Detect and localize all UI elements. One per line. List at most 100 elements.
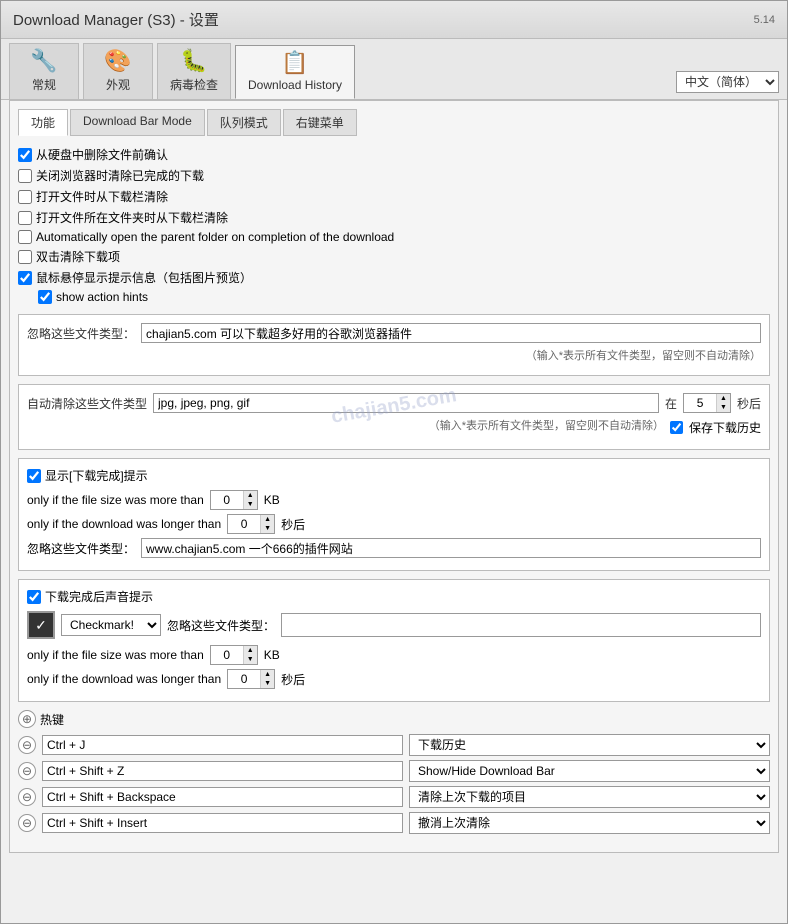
sound-row2-up[interactable]: ▲ bbox=[261, 670, 274, 679]
hotkey-4-select[interactable]: 下载历史 Show/Hide Download Bar 清除上次下载的项目 撤消… bbox=[409, 812, 770, 834]
sub-tab-download-bar-mode[interactable]: Download Bar Mode bbox=[70, 109, 205, 136]
dc-ignore-input[interactable] bbox=[141, 538, 761, 558]
remove-hotkey-4-btn[interactable]: ⊖ bbox=[18, 814, 36, 832]
sound-row1-spin: ▲ ▼ bbox=[210, 645, 258, 665]
checkbox-double-click-clear[interactable] bbox=[18, 250, 32, 264]
dc-ignore-label: 忽略这些文件类型： bbox=[27, 540, 135, 557]
hotkey-3-input[interactable] bbox=[42, 787, 403, 807]
tab-general[interactable]: 🔧 常规 bbox=[9, 43, 79, 99]
add-hotkey-btn[interactable]: ⊕ bbox=[18, 710, 36, 728]
dc-row1-input[interactable] bbox=[211, 491, 243, 509]
checkbox-show-action-hints[interactable] bbox=[38, 290, 52, 304]
language-select[interactable]: 中文（简体） English bbox=[676, 71, 779, 93]
dc-row1-up[interactable]: ▲ bbox=[244, 491, 257, 500]
sub-tab-function[interactable]: 功能 bbox=[18, 109, 68, 136]
checkbox-row-3: 打开文件时从下载栏清除 bbox=[18, 188, 770, 205]
checkbox-hover-preview[interactable] bbox=[18, 271, 32, 285]
sound-row2-input[interactable] bbox=[228, 670, 260, 688]
sound-ignore-input[interactable] bbox=[281, 613, 761, 637]
checkbox-hover-preview-label: 鼠标悬停显示提示信息（包括图片预览） bbox=[36, 269, 252, 286]
auto-clear-field-row: 自动清除这些文件类型 在 ▲ ▼ 秒后 bbox=[27, 393, 761, 413]
hotkey-row-1: ⊖ 下载历史 Show/Hide Download Bar 清除上次下载的项目 … bbox=[18, 734, 770, 756]
checkbox-row-6: 双击清除下载项 bbox=[18, 248, 770, 265]
ignore-types-label: 忽略这些文件类型： bbox=[27, 325, 135, 342]
hotkey-1-select[interactable]: 下载历史 Show/Hide Download Bar 清除上次下载的项目 撤消… bbox=[409, 734, 770, 756]
dc-row1: only if the file size was more than ▲ ▼ … bbox=[27, 490, 761, 510]
sound-row1-up[interactable]: ▲ bbox=[244, 646, 257, 655]
checkbox-row-5: Automatically open the parent folder on … bbox=[18, 230, 770, 244]
dc-row2-down[interactable]: ▼ bbox=[261, 524, 274, 533]
checkbox-close-browser-clear[interactable] bbox=[18, 169, 32, 183]
dc-row2-input[interactable] bbox=[228, 515, 260, 533]
download-complete-checkbox-row: 显示[下载完成]提示 bbox=[27, 467, 761, 484]
hotkey-1-input[interactable] bbox=[42, 735, 403, 755]
dc-row1-label: only if the file size was more than bbox=[27, 493, 204, 507]
checkbox-open-file-clear[interactable] bbox=[18, 190, 32, 204]
hotkey-2-select[interactable]: 下载历史 Show/Hide Download Bar 清除上次下载的项目 撤消… bbox=[409, 760, 770, 782]
checkbox-delete-confirm[interactable] bbox=[18, 148, 32, 162]
seconds-up-btn[interactable]: ▲ bbox=[717, 394, 730, 403]
ignore-types-input[interactable] bbox=[141, 323, 761, 343]
sound-row2-label: only if the download was longer than bbox=[27, 672, 221, 686]
sound-checkbox[interactable] bbox=[27, 590, 41, 604]
save-history-label: 保存下载历史 bbox=[689, 419, 761, 436]
tab-appearance-label: 外观 bbox=[106, 76, 130, 93]
seconds-input[interactable] bbox=[684, 394, 716, 412]
in-label: 在 bbox=[665, 395, 677, 412]
hotkeys-title: 热键 bbox=[40, 711, 64, 728]
hotkeys-section: ⊕ 热键 ⊖ 下载历史 Show/Hide Download Bar 清除上次下… bbox=[18, 710, 770, 834]
checkbox-row-2: 关闭浏览器时清除已完成的下载 bbox=[18, 167, 770, 184]
window-title: Download Manager (S3) - 设置 bbox=[13, 9, 219, 30]
sound-row1-down[interactable]: ▼ bbox=[244, 655, 257, 664]
checkbox-row-7a: show action hints bbox=[38, 290, 770, 304]
tab-virus[interactable]: 🐛 病毒检查 bbox=[157, 43, 231, 99]
hotkey-4-input[interactable] bbox=[42, 813, 403, 833]
sound-row1-spins: ▲ ▼ bbox=[243, 646, 257, 664]
checkbox-open-folder-clear[interactable] bbox=[18, 211, 32, 225]
general-icon: 🔧 bbox=[30, 48, 57, 74]
tab-appearance[interactable]: 🎨 外观 bbox=[83, 43, 153, 99]
sound-row2-spin: ▲ ▼ bbox=[227, 669, 275, 689]
hotkey-3-select[interactable]: 下载历史 Show/Hide Download Bar 清除上次下载的项目 撤消… bbox=[409, 786, 770, 808]
sound-select[interactable]: Checkmark! Default None bbox=[61, 614, 161, 636]
dc-row1-down[interactable]: ▼ bbox=[244, 500, 257, 509]
main-window: Download Manager (S3) - 设置 5.14 🔧 常规 🎨 外… bbox=[0, 0, 788, 924]
checkbox-open-folder-clear-label: 打开文件所在文件夹时从下载栏清除 bbox=[36, 209, 228, 226]
sound-checkbox-row: 下载完成后声音提示 bbox=[27, 588, 761, 605]
remove-hotkey-2-btn[interactable]: ⊖ bbox=[18, 762, 36, 780]
dc-row2: only if the download was longer than ▲ ▼… bbox=[27, 514, 761, 534]
checkbox-close-browser-clear-label: 关闭浏览器时清除已完成的下载 bbox=[36, 167, 204, 184]
checkboxes-section: 从硬盘中删除文件前确认 关闭浏览器时清除已完成的下载 打开文件时从下载栏清除 打… bbox=[18, 146, 770, 304]
hotkeys-title-row: ⊕ 热键 bbox=[18, 710, 770, 728]
hotkey-2-input[interactable] bbox=[42, 761, 403, 781]
sound-ignore-label: 忽略这些文件类型： bbox=[167, 617, 275, 634]
sub-tab-context-menu[interactable]: 右键菜单 bbox=[283, 109, 357, 136]
download-complete-checkbox[interactable] bbox=[27, 469, 41, 483]
auto-clear-types-input[interactable] bbox=[153, 393, 659, 413]
tab-general-label: 常规 bbox=[32, 76, 56, 93]
sub-tabs: 功能 Download Bar Mode 队列模式 右键菜单 bbox=[18, 109, 770, 136]
ignore-types-field-row: 忽略这些文件类型： bbox=[27, 323, 761, 343]
seconds-down-btn[interactable]: ▼ bbox=[717, 403, 730, 412]
remove-hotkey-3-btn[interactable]: ⊖ bbox=[18, 788, 36, 806]
ignore-types-hint: （输入*表示所有文件类型，留空则不自动清除） bbox=[27, 347, 761, 363]
checkbox-show-action-hints-label: show action hints bbox=[56, 290, 148, 304]
remove-hotkey-1-btn[interactable]: ⊖ bbox=[18, 736, 36, 754]
seconds-spin-field: ▲ ▼ bbox=[683, 393, 731, 413]
version-label: 5.14 bbox=[754, 14, 775, 26]
sub-tab-queue-mode[interactable]: 队列模式 bbox=[207, 109, 281, 136]
sound-row2-down[interactable]: ▼ bbox=[261, 679, 274, 688]
sound-row1-input[interactable] bbox=[211, 646, 243, 664]
content-area: 功能 Download Bar Mode 队列模式 右键菜单 从硬盘中删除文件前… bbox=[9, 100, 779, 853]
appearance-icon: 🎨 bbox=[104, 48, 131, 74]
save-history-checkbox[interactable] bbox=[670, 421, 683, 434]
dc-row2-up[interactable]: ▲ bbox=[261, 515, 274, 524]
sound-label: 下载完成后声音提示 bbox=[45, 588, 153, 605]
auto-clear-label: 自动清除这些文件类型 bbox=[27, 395, 147, 412]
download-complete-section: 显示[下载完成]提示 only if the file size was mor… bbox=[18, 458, 770, 571]
tab-history[interactable]: 📋 Download History bbox=[235, 45, 355, 99]
sound-row1-label: only if the file size was more than bbox=[27, 648, 204, 662]
ignore-types-section: 忽略这些文件类型： （输入*表示所有文件类型，留空则不自动清除） bbox=[18, 314, 770, 376]
checkbox-auto-open-parent[interactable] bbox=[18, 230, 32, 244]
auto-clear-section: chajian5.com 自动清除这些文件类型 在 ▲ ▼ 秒后 （输入*表示所… bbox=[18, 384, 770, 450]
